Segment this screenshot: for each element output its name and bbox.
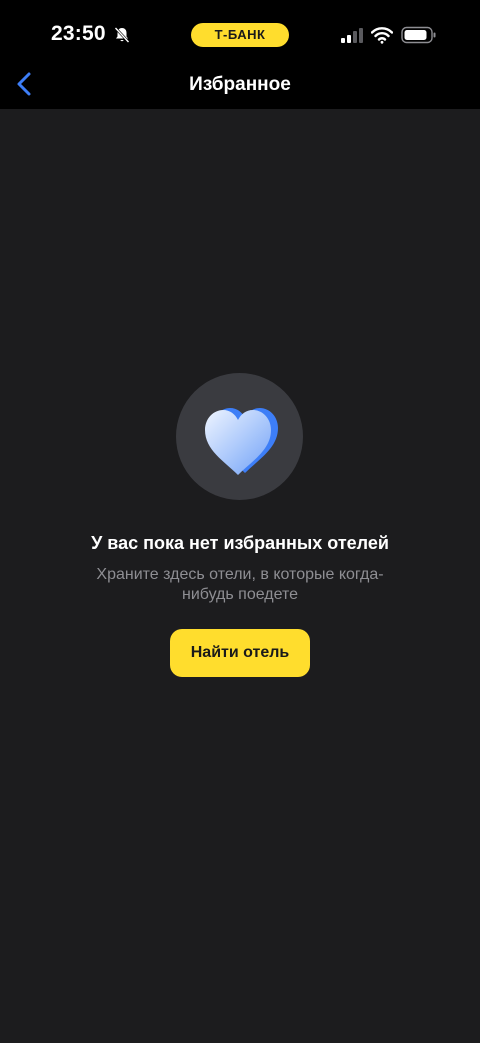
find-hotel-button[interactable]: Найти отель xyxy=(170,629,310,677)
status-time: 23:50 xyxy=(51,22,106,45)
favorites-screen: 23:50 Т-БАНК Избранное У вас пока нет из… xyxy=(0,0,480,1043)
status-bar: 23:50 Т-БАНК xyxy=(0,0,480,70)
page-title: Избранное xyxy=(189,74,291,95)
nav-header: Избранное xyxy=(0,62,480,109)
battery-icon xyxy=(401,26,436,44)
heart-icon xyxy=(205,408,278,475)
empty-state-subtitle: Храните здесь отели, в которые когда-ниб… xyxy=(96,566,384,603)
wifi-icon xyxy=(371,27,393,44)
bank-badge[interactable]: Т-БАНК xyxy=(191,23,289,47)
bell-off-icon xyxy=(114,27,130,43)
top-bar: 23:50 Т-БАНК Избранное xyxy=(0,0,480,109)
signal-icon xyxy=(341,28,363,43)
empty-state-illustration xyxy=(176,373,303,500)
empty-state-title: У вас пока нет избранных отелей xyxy=(91,533,389,553)
